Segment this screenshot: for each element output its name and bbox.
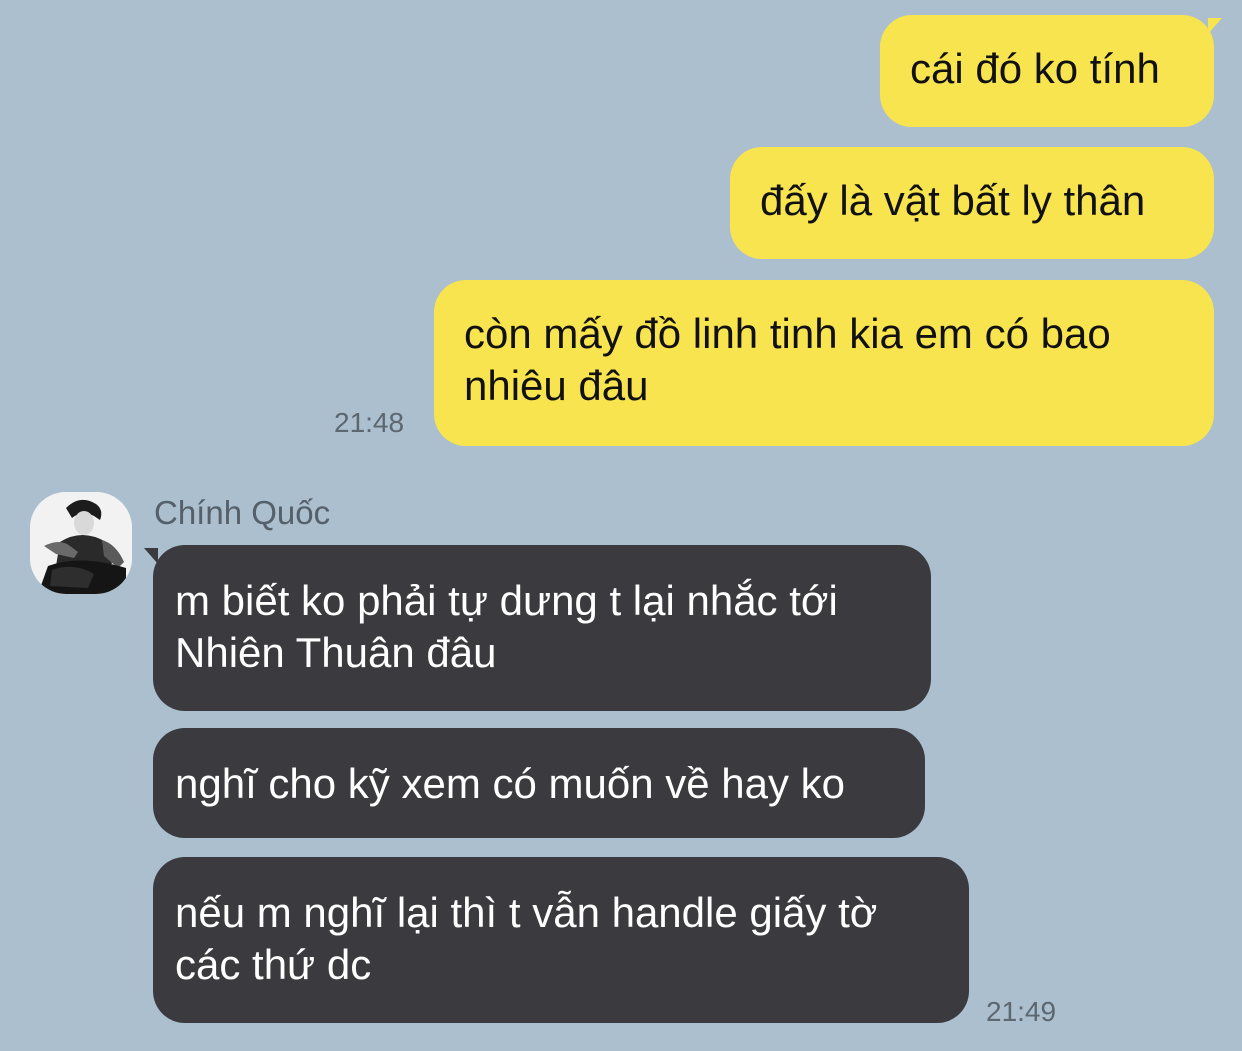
contact-avatar[interactable] [30, 492, 132, 594]
outgoing-message[interactable]: còn mấy đồ linh tinh kia em có bao nhiêu… [434, 280, 1214, 446]
incoming-message[interactable]: nghĩ cho kỹ xem có muốn về hay ko [153, 728, 925, 838]
message-timestamp: 21:48 [334, 407, 405, 438]
message-timestamp: 21:49 [986, 996, 1057, 1027]
sender-name: Chính Quốc [154, 494, 331, 531]
avatar-photo [30, 492, 132, 594]
incoming-message[interactable]: nếu m nghĩ lại thì t vẫn handle giấy tờ … [153, 857, 969, 1023]
outgoing-message[interactable]: cái đó ko tính [880, 15, 1214, 127]
incoming-message[interactable]: m biết ko phải tự dưng t lại nhắc tới Nh… [153, 545, 931, 711]
outgoing-message[interactable]: đấy là vật bất ly thân [730, 147, 1214, 259]
